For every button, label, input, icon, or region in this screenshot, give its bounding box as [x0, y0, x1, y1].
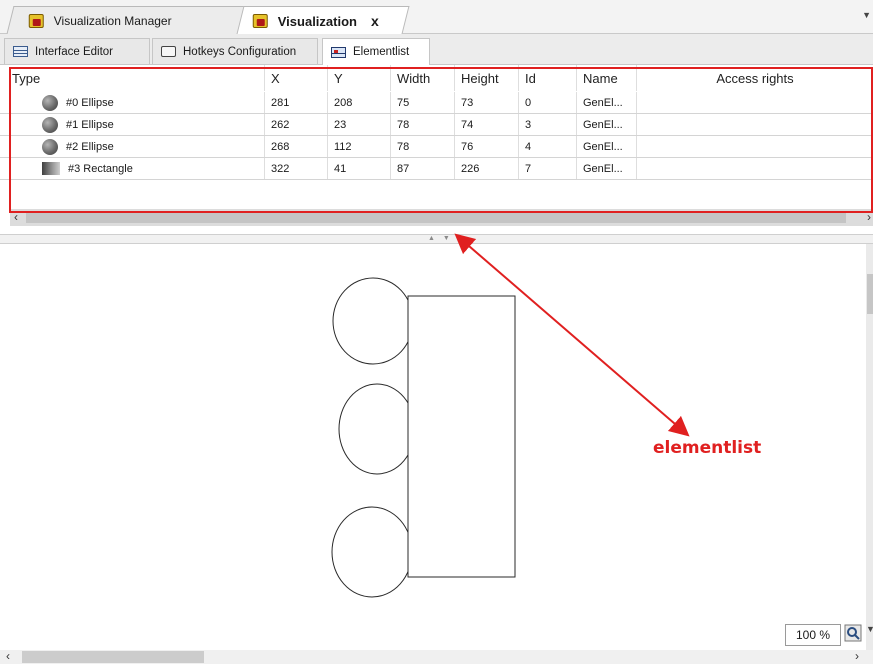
- element-id: 3: [519, 114, 577, 135]
- element-height[interactable]: 226: [455, 158, 519, 179]
- tab-label: Interface Editor: [35, 45, 113, 58]
- column-header-name[interactable]: Name: [577, 65, 637, 91]
- keyboard-icon: [161, 46, 176, 57]
- zoom-level-field[interactable]: 100 %: [785, 624, 841, 646]
- scrollbar-thumb[interactable]: [867, 274, 873, 314]
- element-x[interactable]: 322: [265, 158, 328, 179]
- ellipse-element[interactable]: [331, 506, 413, 598]
- element-x[interactable]: 262: [265, 114, 328, 135]
- tab-elementlist[interactable]: Elementlist: [322, 38, 430, 65]
- tab-visualization[interactable]: Visualization x: [236, 6, 410, 34]
- visualization-icon: [252, 13, 268, 28]
- tab-hotkeys-configuration[interactable]: Hotkeys Configuration: [152, 38, 318, 64]
- table-row[interactable]: #1 Ellipse 262 23 78 74 3 GenEl...: [0, 114, 873, 136]
- canvas-vertical-scrollbar[interactable]: [866, 244, 873, 650]
- column-header-access-rights[interactable]: Access rights: [637, 65, 873, 91]
- ellipse-icon: [42, 138, 58, 155]
- element-name[interactable]: GenEl...: [577, 114, 637, 135]
- element-name[interactable]: GenEl...: [577, 92, 637, 113]
- element-width[interactable]: 87: [391, 158, 455, 179]
- column-header-width[interactable]: Width: [391, 65, 455, 91]
- visualization-manager-icon: [28, 13, 44, 28]
- tab-visualization-manager[interactable]: Visualization Manager: [6, 6, 250, 34]
- element-access-rights[interactable]: [637, 92, 873, 113]
- element-y[interactable]: 23: [328, 114, 391, 135]
- ellipse-icon: [42, 116, 58, 133]
- element-type: #2 Ellipse: [66, 140, 114, 153]
- table-header: Type X Y Width Height Id Name Access rig…: [0, 65, 873, 91]
- element-height[interactable]: 74: [455, 114, 519, 135]
- element-y[interactable]: 41: [328, 158, 391, 179]
- elementlist-icon: [331, 46, 346, 58]
- canvas-horizontal-scrollbar[interactable]: ‹ ›: [0, 649, 873, 664]
- element-x[interactable]: 281: [265, 92, 328, 113]
- element-access-rights[interactable]: [637, 158, 873, 179]
- rectangle-element[interactable]: [407, 295, 516, 578]
- element-type: #1 Ellipse: [66, 118, 114, 131]
- zoom-dropdown-chevron-icon[interactable]: ▼: [866, 624, 873, 634]
- tab-interface-editor[interactable]: Interface Editor: [4, 38, 150, 64]
- tab-label: Visualization: [277, 13, 358, 28]
- document-tab-bar: Visualization Manager Visualization x ▼: [0, 0, 873, 34]
- column-header-height[interactable]: Height: [455, 65, 519, 91]
- tab-label: Elementlist: [353, 46, 410, 58]
- element-width[interactable]: 78: [391, 114, 455, 135]
- element-id: 0: [519, 92, 577, 113]
- annotation-label: elementlist: [653, 438, 762, 458]
- table-row[interactable]: #0 Ellipse 281 208 75 73 0 GenEl...: [0, 92, 873, 114]
- column-header-id[interactable]: Id: [519, 65, 577, 91]
- tab-overflow-chevron-icon[interactable]: ▼: [862, 10, 871, 20]
- zoom-icon[interactable]: [842, 622, 864, 644]
- element-name[interactable]: GenEl...: [577, 158, 637, 179]
- element-y[interactable]: 208: [328, 92, 391, 113]
- element-height[interactable]: 73: [455, 92, 519, 113]
- editor-tab-bar: Interface Editor Hotkeys Configuration E…: [0, 34, 873, 65]
- close-icon[interactable]: x: [371, 13, 379, 29]
- column-header-type[interactable]: Type: [0, 65, 265, 91]
- scroll-left-icon[interactable]: ‹: [14, 210, 18, 224]
- tab-label: Hotkeys Configuration: [183, 45, 297, 58]
- element-access-rights[interactable]: [637, 114, 873, 135]
- ellipse-element[interactable]: [332, 277, 414, 365]
- element-list-horizontal-scrollbar[interactable]: ‹ ›: [10, 209, 873, 226]
- element-x[interactable]: 268: [265, 136, 328, 157]
- element-y[interactable]: 112: [328, 136, 391, 157]
- table-row[interactable]: #3 Rectangle 322 41 87 226 7 GenEl...: [0, 158, 873, 180]
- splitter-grip-icon[interactable]: ▲▼: [428, 235, 458, 242]
- column-header-y[interactable]: Y: [328, 65, 391, 91]
- element-access-rights[interactable]: [637, 136, 873, 157]
- element-type: #0 Ellipse: [66, 96, 114, 109]
- ellipse-icon: [42, 94, 58, 111]
- element-list-panel: Type X Y Width Height Id Name Access rig…: [0, 64, 873, 234]
- element-height[interactable]: 76: [455, 136, 519, 157]
- column-header-x[interactable]: X: [265, 65, 328, 91]
- scroll-right-icon[interactable]: ›: [867, 210, 871, 224]
- scroll-right-icon[interactable]: ›: [855, 649, 859, 663]
- element-name[interactable]: GenEl...: [577, 136, 637, 157]
- table-body: #0 Ellipse 281 208 75 73 0 GenEl... #1 E…: [0, 92, 873, 180]
- tab-label: Visualization Manager: [53, 13, 172, 28]
- scrollbar-thumb[interactable]: [22, 651, 204, 663]
- element-type: #3 Rectangle: [68, 162, 133, 175]
- rectangle-icon: [42, 162, 60, 175]
- panel-splitter[interactable]: ▲▼: [0, 234, 873, 244]
- interface-editor-icon: [13, 46, 28, 57]
- element-id: 4: [519, 136, 577, 157]
- ellipse-element[interactable]: [338, 383, 416, 475]
- scroll-left-icon[interactable]: ‹: [6, 649, 10, 663]
- element-id: 7: [519, 158, 577, 179]
- scrollbar-thumb[interactable]: [26, 211, 846, 223]
- element-width[interactable]: 78: [391, 136, 455, 157]
- element-width[interactable]: 75: [391, 92, 455, 113]
- table-row[interactable]: #2 Ellipse 268 112 78 76 4 GenEl...: [0, 136, 873, 158]
